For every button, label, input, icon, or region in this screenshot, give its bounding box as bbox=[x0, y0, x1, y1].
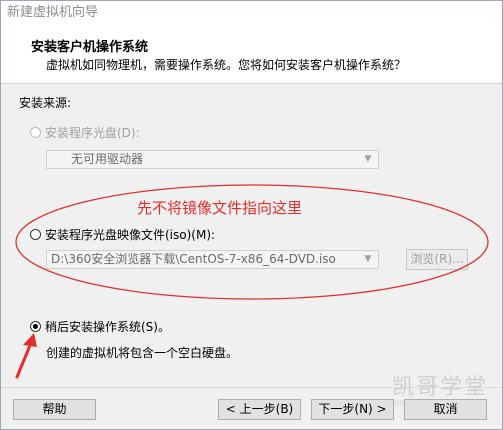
installer-disc-option[interactable]: 安装程序光盘(D): bbox=[30, 124, 140, 141]
installer-disc-label: 安装程序光盘(D): bbox=[45, 126, 140, 140]
install-source-label: 安装来源: bbox=[19, 96, 72, 110]
annotation-text: 先不将镜像文件指向这里 bbox=[137, 199, 303, 217]
disc-drive-value: 无可用驱动器 bbox=[71, 152, 144, 166]
page-title: 安装客户机操作系统 bbox=[31, 40, 149, 55]
back-button[interactable]: < 上一步(B) bbox=[218, 399, 301, 420]
disc-drive-select[interactable]: 无可用驱动器 ▼ bbox=[46, 150, 379, 169]
install-later-hint: 创建的虚拟机将包含一个空白硬盘。 bbox=[46, 346, 239, 360]
new-vm-wizard-window: 新建虚拟机向导 安装客户机操作系统 虚拟机如同物理机，需要操作系统。您将如何安装… bbox=[0, 0, 503, 430]
page-description: 虚拟机如同物理机，需要操作系统。您将如何安装客户机操作系统？ bbox=[46, 58, 407, 72]
cancel-button[interactable]: 取消 bbox=[404, 399, 487, 420]
next-button[interactable]: 下一步(N) > bbox=[311, 399, 394, 420]
wizard-header: 安装客户机操作系统 虚拟机如同物理机，需要操作系统。您将如何安装客户机操作系统？ bbox=[1, 28, 502, 84]
install-later-option[interactable]: 稍后安装操作系统(S)。 bbox=[30, 318, 170, 335]
annotation-arrow-icon bbox=[15, 333, 37, 379]
install-later-label: 稍后安装操作系统(S)。 bbox=[45, 320, 170, 334]
window-title: 新建虚拟机向导 bbox=[1, 1, 502, 28]
chevron-down-icon: ▼ bbox=[364, 154, 372, 164]
installer-disc-radio[interactable] bbox=[30, 127, 41, 138]
help-button[interactable]: 帮助 bbox=[13, 399, 96, 420]
watermark-text: 凯哥学堂 bbox=[391, 375, 488, 400]
